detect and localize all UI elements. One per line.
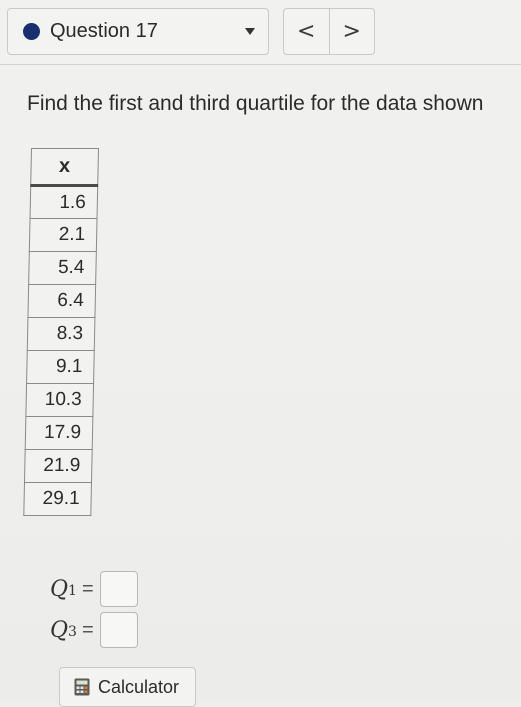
table-row: 10.3	[25, 383, 94, 417]
table-cell: 2.1	[29, 218, 98, 252]
table-cell: 29.1	[23, 482, 92, 516]
calculator-label: Calculator	[98, 676, 180, 697]
calculator-button[interactable]: Calculator	[59, 667, 196, 707]
header-divider	[0, 64, 521, 65]
table-cell: 21.9	[24, 449, 93, 483]
table-row: 17.9	[25, 416, 93, 450]
table-row: 29.1	[23, 482, 92, 516]
table-cell: 1.6	[30, 185, 98, 219]
q1-answer-input[interactable]	[99, 571, 138, 607]
status-dot-icon	[23, 23, 40, 40]
table-row: 21.9	[24, 449, 93, 483]
q3-answer-row: Q3 =	[50, 612, 138, 648]
table-cell: 17.9	[25, 416, 93, 450]
table-cell: 10.3	[25, 383, 94, 417]
table-cell: 8.3	[27, 317, 95, 351]
table-row: 2.1	[29, 218, 98, 252]
table-row: 8.3	[27, 317, 95, 351]
table-row: 1.6	[30, 185, 98, 219]
caret-down-icon[interactable]	[245, 28, 255, 35]
question-selector[interactable]: Question 17	[7, 8, 269, 55]
question-label: Question 17	[50, 20, 158, 42]
question-prompt: Find the first and third quartile for th…	[27, 92, 484, 115]
q3-subscript: 3	[68, 624, 77, 640]
table-cell: 6.4	[27, 284, 96, 318]
next-question-button[interactable]: >	[330, 9, 375, 54]
q1-subscript: 1	[68, 583, 77, 599]
table-row: 6.4	[27, 284, 96, 318]
table-cell: 9.1	[26, 350, 95, 384]
q1-answer-row: Q1 =	[50, 571, 138, 607]
q3-answer-input[interactable]	[99, 612, 138, 648]
calculator-icon	[74, 678, 90, 696]
q3-equals: =	[81, 618, 94, 641]
table-row: 5.4	[28, 251, 97, 285]
q1-symbol: Q	[50, 576, 69, 602]
previous-question-button[interactable]: <	[284, 9, 330, 54]
q1-equals: =	[81, 577, 94, 600]
data-table: x 1.6 2.1 5.4 6.4 8.3 9.1 10.3 17.9 21.9…	[23, 148, 99, 516]
question-navigation: < >	[283, 8, 375, 55]
table-header-x: x	[30, 148, 99, 186]
question-page: Question 17 < > Find the first and third…	[0, 0, 521, 707]
q3-symbol: Q	[50, 617, 69, 643]
table-row: 9.1	[26, 350, 95, 384]
table-cell: 5.4	[28, 251, 97, 285]
